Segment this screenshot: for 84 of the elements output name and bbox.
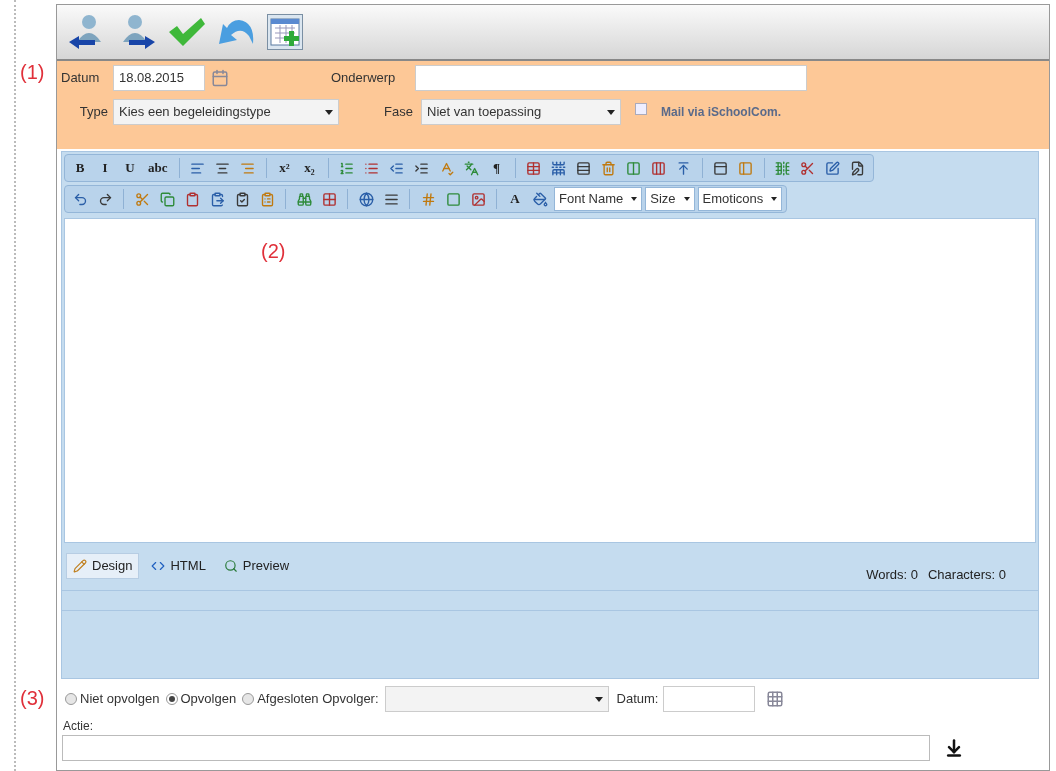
radio-label: Opvolgen: [180, 690, 237, 709]
editor-content-area[interactable]: (2): [64, 218, 1036, 543]
caret-icon: [607, 109, 615, 115]
numbered-list-icon: [339, 160, 354, 176]
mode-tab[interactable]: Design: [66, 553, 140, 579]
caret-icon: [631, 197, 638, 201]
section-label: (3): [20, 688, 46, 708]
align-left-icon: [190, 160, 205, 176]
cut-icon: [134, 191, 150, 207]
radio-button[interactable]: [242, 693, 255, 705]
undo-icon: [72, 191, 88, 207]
field-label: Datum:: [616, 690, 659, 709]
columns-icon: [651, 160, 666, 176]
format-button[interactable]: B: [69, 157, 91, 179]
section-label: (1): [20, 62, 46, 82]
field-label: Datum: [61, 69, 101, 88]
edit-cell-icon: [825, 160, 840, 176]
calendar-add-icon: [270, 17, 300, 47]
symbol-icon: [420, 191, 436, 207]
indent-icon: [414, 160, 429, 176]
editor-dropdown[interactable]: Emoticons: [697, 187, 783, 211]
format-button[interactable]: ¶: [485, 157, 508, 179]
date-field[interactable]: 18.08.2015: [113, 65, 205, 91]
paste-html-icon: [259, 191, 275, 207]
align-right-icon: [240, 160, 255, 176]
search-icon: [223, 559, 238, 573]
caret-icon: [594, 696, 603, 702]
phase-dropdown[interactable]: Niet van toepassing: [421, 99, 621, 125]
copy-icon: [159, 191, 175, 207]
outdent-icon: [389, 160, 404, 176]
paste-text-icon: [234, 191, 250, 207]
paste-word-icon: [209, 191, 225, 207]
format-button[interactable]: abc: [144, 157, 172, 179]
field-label: Type: [78, 103, 109, 122]
radio-button[interactable]: [165, 693, 178, 705]
editor-dropdown[interactable]: Font Name: [554, 187, 643, 211]
caret-icon: [771, 197, 778, 201]
bullet-list-icon: [364, 160, 379, 176]
format-button[interactable]: x²: [273, 157, 296, 179]
caret-icon: [325, 109, 333, 115]
paint-bucket-icon: [532, 191, 548, 207]
paste-icon: [184, 191, 200, 207]
editor-dropdown[interactable]: Size: [645, 187, 695, 211]
character-count: Characters: 0: [927, 566, 1006, 584]
find-icon: [296, 191, 312, 207]
move-up-icon: [676, 160, 691, 176]
spellcheck-icon: [439, 160, 454, 176]
calendar-icon[interactable]: [766, 690, 785, 708]
insert-column-icon: [626, 160, 641, 176]
horizontal-rule-icon: [383, 191, 399, 207]
caret-icon: [683, 197, 690, 201]
calendar-icon[interactable]: [211, 69, 229, 87]
image-icon: [470, 191, 486, 207]
redo-icon: [97, 191, 113, 207]
checkbox-label: Mail via iSchoolCom.: [661, 104, 782, 121]
save-button[interactable]: [167, 16, 207, 48]
radio-label: Afgesloten Opvolger:: [257, 690, 379, 709]
rows-icon: [576, 160, 591, 176]
date-field[interactable]: [663, 686, 756, 712]
format-button[interactable]: I: [94, 157, 116, 179]
add-action-button[interactable]: [944, 738, 964, 758]
mail-checkbox[interactable]: [635, 103, 647, 115]
action-field[interactable]: [62, 735, 930, 761]
field-label: Fase: [383, 103, 414, 122]
align-center-icon: [215, 160, 230, 176]
subject-field[interactable]: [415, 65, 807, 91]
mode-tab[interactable]: HTML: [145, 553, 212, 579]
field-label: Onderwerp: [331, 69, 397, 88]
format-button[interactable]: A: [504, 188, 526, 210]
mode-tab[interactable]: Preview: [217, 553, 296, 579]
code-icon: [151, 559, 166, 573]
section-label: (2): [261, 241, 286, 261]
format-button[interactable]: U: [119, 157, 141, 179]
pencil-icon: [73, 559, 87, 573]
table-icon: [526, 160, 541, 176]
format-button[interactable]: x₂: [298, 157, 321, 179]
type-dropdown[interactable]: Kies een begeleidingstype: [113, 99, 339, 125]
word-count: Words: 0: [866, 566, 918, 584]
add-calendar-button[interactable]: [267, 14, 303, 50]
radio-button[interactable]: [65, 693, 77, 705]
checkmark-icon: [167, 16, 207, 48]
field-label: Actie:: [62, 718, 94, 735]
download-arrow-icon: [944, 738, 964, 758]
radio-label: Niet opvolgen: [80, 690, 160, 709]
